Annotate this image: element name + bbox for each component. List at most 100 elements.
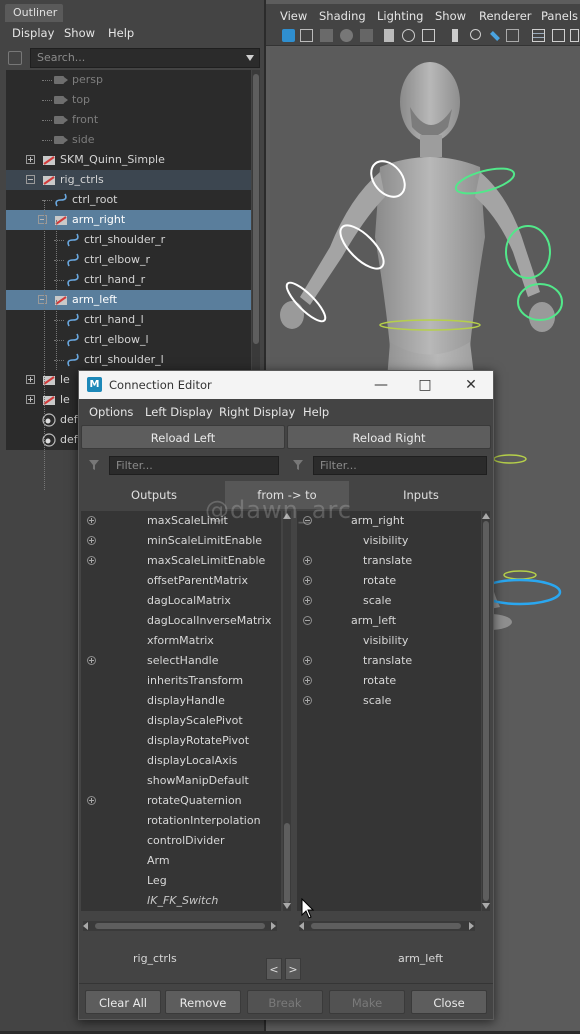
output-attribute-row[interactable]: selectHandle — [81, 651, 281, 671]
expand-icon[interactable] — [303, 676, 312, 685]
maximize-icon[interactable]: □ — [410, 375, 440, 395]
scroll-down-arrow-icon[interactable] — [482, 903, 490, 909]
outliner-item[interactable]: top — [6, 90, 251, 110]
viewport-menu-lighting[interactable]: Lighting — [377, 9, 423, 23]
input-attribute-row[interactable]: arm_left — [297, 611, 481, 631]
output-attribute-row[interactable]: minScaleLimitEnable — [81, 531, 281, 551]
output-attribute-row[interactable]: displayRotatePivot — [81, 731, 281, 751]
grease-icon[interactable] — [506, 29, 519, 42]
expand-icon[interactable] — [303, 696, 312, 705]
outliner-menu-display[interactable]: Display — [12, 26, 54, 40]
output-attribute-row[interactable]: controlDivider — [81, 831, 281, 851]
outliner-menu-help[interactable]: Help — [108, 26, 134, 40]
output-attribute-row[interactable]: Leg — [81, 871, 281, 891]
outliner-item[interactable]: front — [6, 110, 251, 130]
input-attribute-row[interactable]: rotate — [297, 571, 481, 591]
input-attribute-row[interactable]: visibility — [297, 531, 481, 551]
frame-all-icon[interactable] — [300, 29, 313, 42]
outputs-scroll-thumb[interactable] — [284, 823, 290, 903]
outliner-search-input[interactable]: Search... — [30, 48, 260, 68]
xray-icon[interactable] — [422, 29, 435, 42]
expand-icon[interactable] — [87, 556, 96, 565]
expand-icon[interactable] — [303, 596, 312, 605]
scroll-left-arrow-icon[interactable] — [299, 922, 304, 930]
left-filter-input[interactable]: Filter... — [109, 456, 279, 475]
expand-icon[interactable] — [303, 556, 312, 565]
outliner-item[interactable]: ctrl_shoulder_r — [6, 230, 251, 250]
inputs-hscrollbar[interactable] — [299, 921, 475, 931]
outputs-scrollbar[interactable] — [283, 511, 291, 911]
input-attribute-row[interactable]: visibility — [297, 631, 481, 651]
break-button[interactable]: Break — [247, 990, 323, 1014]
input-attribute-row[interactable]: rotate — [297, 671, 481, 691]
right-filter-input[interactable]: Filter... — [313, 456, 487, 475]
outliner-item[interactable]: arm_right — [6, 210, 251, 230]
outputs-list[interactable]: maxScaleLimit minScaleLimitEnable maxScale… — [81, 511, 281, 911]
expand-icon[interactable] — [87, 536, 96, 545]
menu-help[interactable]: Help — [303, 405, 329, 419]
input-attribute-row[interactable]: scale — [297, 691, 481, 711]
output-attribute-row[interactable]: rotateQuaternion — [81, 791, 281, 811]
scroll-right-arrow-icon[interactable] — [271, 922, 276, 930]
input-attribute-row[interactable]: translate — [297, 551, 481, 571]
outliner-item[interactable]: ctrl_root — [6, 190, 251, 210]
scroll-right-arrow-icon[interactable] — [469, 922, 474, 930]
outliner-item[interactable]: ctrl_hand_l — [6, 310, 251, 330]
scroll-up-arrow-icon[interactable] — [482, 513, 490, 519]
outliner-scroll-thumb[interactable] — [253, 74, 259, 344]
viewport-menu-renderer[interactable]: Renderer — [479, 9, 532, 23]
remove-button[interactable]: Remove — [165, 990, 241, 1014]
output-attribute-row[interactable]: offsetParentMatrix — [81, 571, 281, 591]
close-icon[interactable]: ✕ — [456, 375, 486, 395]
grid-icon[interactable] — [532, 29, 545, 42]
inputs-list[interactable]: arm_right visibility translate rotate scale a… — [297, 511, 481, 911]
make-button[interactable]: Make — [329, 990, 405, 1014]
outliner-item[interactable]: rig_ctrls — [6, 170, 251, 190]
viewport-menu-show[interactable]: Show — [435, 9, 466, 23]
scroll-left-arrow-icon[interactable] — [83, 922, 88, 930]
chevron-down-icon[interactable] — [246, 55, 254, 61]
expand-icon[interactable] — [87, 656, 96, 665]
outliner-item[interactable]: ctrl_elbow_l — [6, 330, 251, 350]
menu-left-display[interactable]: Left Display — [145, 405, 213, 419]
reload-left-button[interactable]: Reload Left — [81, 425, 285, 449]
outliner-menu-show[interactable]: Show — [64, 26, 95, 40]
move-tool-icon[interactable] — [470, 29, 481, 40]
collapse-icon[interactable] — [303, 616, 312, 625]
viewport-menu-shading[interactable]: Shading — [319, 9, 366, 23]
output-attribute-row[interactable]: displayLocalAxis — [81, 751, 281, 771]
minimize-icon[interactable]: — — [366, 375, 396, 395]
outliner-item[interactable]: SKM_Quinn_Simple — [6, 150, 251, 170]
outliner-item[interactable]: ctrl_elbow_r — [6, 250, 251, 270]
expand-icon[interactable] — [303, 576, 312, 585]
outliner-item[interactable]: ctrl_shoulder_l — [6, 350, 251, 370]
output-attribute-row[interactable]: Arm — [81, 851, 281, 871]
outliner-options-icon[interactable] — [8, 51, 22, 65]
output-attribute-row[interactable]: rotationInterpolation — [81, 811, 281, 831]
outputs-hscroll-thumb[interactable] — [95, 923, 265, 929]
outliner-item[interactable]: ctrl_hand_r — [6, 270, 251, 290]
camera-icon[interactable] — [384, 29, 394, 42]
viewport-menu-panels[interactable]: Panels — [541, 9, 578, 23]
outliner-item[interactable]: side — [6, 130, 251, 150]
expand-icon[interactable] — [26, 375, 35, 384]
output-attribute-row[interactable]: dagLocalInverseMatrix — [81, 611, 281, 631]
expand-icon[interactable] — [26, 395, 35, 404]
output-attribute-row[interactable]: maxScaleLimitEnable — [81, 551, 281, 571]
output-attribute-row[interactable]: dagLocalMatrix — [81, 591, 281, 611]
input-attribute-row[interactable]: scale — [297, 591, 481, 611]
output-attribute-row[interactable]: inheritsTransform — [81, 671, 281, 691]
expand-icon[interactable] — [87, 796, 96, 805]
expand-icon[interactable] — [303, 656, 312, 665]
bookmark-icon[interactable] — [452, 29, 458, 42]
menu-options[interactable]: Options — [89, 405, 133, 419]
menu-right-display[interactable]: Right Display — [219, 405, 295, 419]
output-attribute-row[interactable]: displayHandle — [81, 691, 281, 711]
wireframe-icon[interactable] — [320, 29, 333, 42]
output-attribute-row[interactable]: displayScalePivot — [81, 711, 281, 731]
inputs-scrollbar[interactable] — [482, 511, 490, 911]
outliner-item[interactable]: persp — [6, 70, 251, 90]
reload-right-button[interactable]: Reload Right — [287, 425, 491, 449]
swap-right-button[interactable]: > — [285, 958, 301, 980]
viewport-menu-view[interactable]: View — [280, 9, 307, 23]
